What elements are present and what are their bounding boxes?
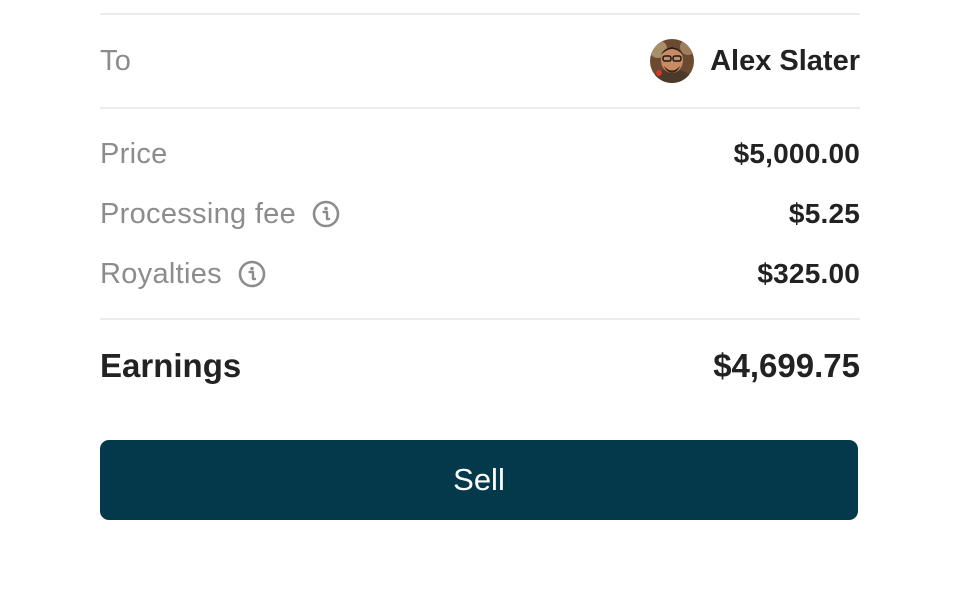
price-row: Price $5,000.00 (100, 124, 860, 184)
recipient-row: To Alex Slater (100, 15, 860, 107)
earnings-row: Earnings $4,699.75 (100, 320, 860, 412)
user-avatar (650, 39, 695, 83)
recipient-info[interactable]: Alex Slater (650, 39, 860, 83)
earnings-value: $4,699.75 (713, 347, 860, 384)
price-value: $5,000.00 (733, 138, 860, 169)
royalties-row: Royalties $325.00 (100, 244, 860, 304)
info-icon[interactable] (312, 200, 340, 228)
processing-fee-label-group: Processing fee (100, 198, 340, 231)
royalties-label-group: Royalties (100, 258, 266, 291)
price-label: Price (100, 137, 168, 170)
royalties-label: Royalties (100, 257, 222, 290)
info-icon[interactable] (238, 260, 266, 288)
earnings-label: Earnings (100, 347, 242, 384)
sale-summary-panel: To Alex Slater Price $5,000.00 Processin… (100, 0, 860, 412)
recipient-label: To (100, 44, 132, 77)
processing-fee-row: Processing fee $5.25 (100, 184, 860, 244)
sell-button[interactable]: Sell (100, 440, 858, 520)
processing-fee-label: Processing fee (100, 197, 297, 230)
processing-fee-value: $5.25 (788, 198, 860, 229)
recipient-name: Alex Slater (710, 44, 860, 77)
royalties-value: $325.00 (757, 258, 860, 289)
